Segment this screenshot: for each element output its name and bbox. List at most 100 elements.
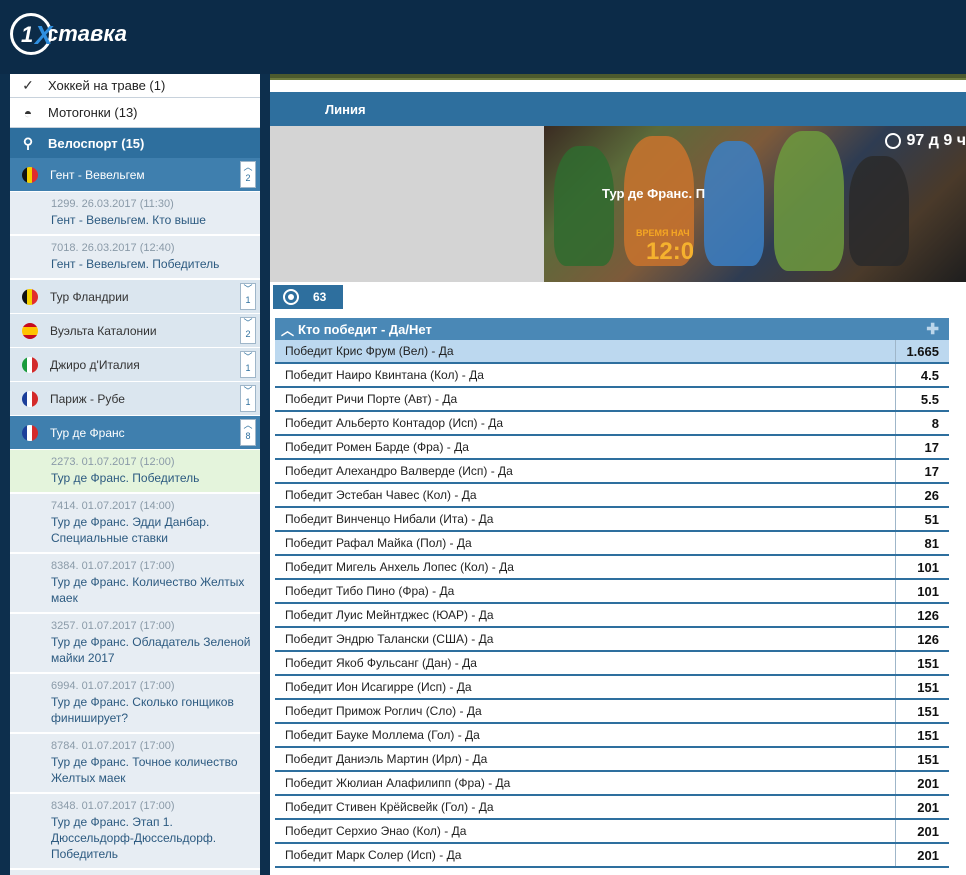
motorcycle-icon: ◓ <box>23 104 33 121</box>
market-row[interactable]: Победит Мигель Анхель Лопес (Кол) - Да 10… <box>275 556 949 580</box>
event-meta: 2273. 01.07.2017 (12:00) <box>51 456 175 468</box>
logo[interactable]: 1 X ставка <box>10 10 127 58</box>
chevron-down-icon: ﹀ <box>243 352 253 362</box>
odd-value[interactable]: 26 <box>895 484 949 506</box>
event-banner: 97 д 9 ч Тур де Франс. П ВРЕМЯ НАЧ 12:0 <box>270 126 966 282</box>
market-row[interactable]: Победит Рафал Майка (Пол) - Да 81 <box>275 532 949 556</box>
market-row[interactable]: Победит Луис Мейнтджес (ЮАР) - Да 126 <box>275 604 949 628</box>
sidebar-sport-motorsport[interactable]: ◓ Мотогонки (13) <box>10 98 260 128</box>
odd-value[interactable]: 1.665 <box>895 340 949 362</box>
event-item[interactable]: 7414. 01.07.2017 (14:00) Тур де Франс. Э… <box>10 494 260 554</box>
chevron-down-icon: ﹀ <box>243 318 253 328</box>
odd-value[interactable]: 101 <box>895 580 949 602</box>
sidebar-sport-field-hockey[interactable]: ✓ Хоккей на траве (1) <box>10 74 260 98</box>
chevron-down-icon: ﹀ <box>243 386 253 396</box>
event-item-active[interactable]: 2273. 01.07.2017 (12:00) Тур де Франс. П… <box>10 450 260 494</box>
odd-value[interactable]: 151 <box>895 700 949 722</box>
market-row[interactable]: Победит Марк Солер (Исп) - Да 201 <box>275 844 949 868</box>
sport-label: Хоккей на траве (1) <box>48 78 166 93</box>
sidebar-sport-cycling[interactable]: ⚲ Велоспорт (15) <box>10 128 260 158</box>
event-item[interactable]: 6994. 01.07.2017 (17:00) Тур де Франс. С… <box>10 674 260 734</box>
league-paris-roubaix[interactable]: Париж - Рубе ﹀ 1 <box>10 382 260 416</box>
market-header[interactable]: ︿ Кто победит - Да/Нет ✚ <box>275 318 949 340</box>
sport-label: Мотогонки (13) <box>48 105 138 120</box>
odd-value[interactable]: 5.5 <box>895 388 949 410</box>
market-row[interactable]: Победит Эстебан Чавес (Кол) - Да 26 <box>275 484 949 508</box>
odd-value[interactable]: 126 <box>895 604 949 626</box>
start-time: 12:0 <box>646 238 695 265</box>
event-item[interactable]: 8784. 01.07.2017 (17:00) Тур де Франс. Т… <box>10 734 260 794</box>
odd-value[interactable]: 151 <box>895 676 949 698</box>
odd-value[interactable]: 151 <box>895 652 949 674</box>
event-item[interactable]: 1299. 26.03.2017 (11:30) Гент - Вевельге… <box>10 192 260 236</box>
event-title: Тур де Франс. Победитель <box>51 471 200 485</box>
odd-value[interactable]: 201 <box>895 820 949 842</box>
event-title: Тур де Франс. Количество Желтых маек <box>51 575 245 605</box>
event-item[interactable]: 8348. 01.07.2017 (17:00) Тур де Франс. Э… <box>10 794 260 870</box>
league-count-badge[interactable]: ︿ 2 <box>240 161 256 188</box>
market-row[interactable]: Победит Крис Фрум (Вел) - Да 1.665 <box>275 340 949 364</box>
odd-value[interactable]: 151 <box>895 724 949 746</box>
event-meta: 1299. 26.03.2017 (11:30) <box>51 198 174 210</box>
league-count: 1 <box>245 397 251 407</box>
sport-label: Велоспорт (15) <box>48 135 145 151</box>
odd-value[interactable]: 151 <box>895 748 949 770</box>
outcome-name: Победит Крис Фрум (Вел) - Да <box>285 344 454 358</box>
markets-count-tab[interactable]: 63 <box>273 285 343 309</box>
league-volta-catalunya[interactable]: Вуэльта Каталонии ﹀ 2 <box>10 314 260 348</box>
market-row[interactable]: Победит Ион Исагирре (Исп) - Да 151 <box>275 676 949 700</box>
league-count-badge[interactable]: ﹀ 1 <box>240 385 256 412</box>
odd-value[interactable]: 81 <box>895 532 949 554</box>
market-row[interactable]: Победит Ромен Барде (Фра) - Да 17 <box>275 436 949 460</box>
market-row[interactable]: Победит Жюлиан Алафилипп (Фра) - Да 201 <box>275 772 949 796</box>
market-row[interactable]: Победит Ричи Порте (Авт) - Да 5.5 <box>275 388 949 412</box>
outcome-name: Победит Луис Мейнтджес (ЮАР) - Да <box>285 608 494 622</box>
odd-value[interactable]: 8 <box>895 412 949 434</box>
odd-value[interactable]: 17 <box>895 460 949 482</box>
target-icon <box>283 289 299 305</box>
league-count-badge[interactable]: ︿ 8 <box>240 419 256 446</box>
event-title: Тур де Франс. Точное количество Желтых м… <box>51 755 238 785</box>
outcome-name: Победит Наиро Квинтана (Кол) - Да <box>285 368 484 382</box>
market-row[interactable]: Победит Примож Роглич (Сло) - Да 151 <box>275 700 949 724</box>
event-item[interactable]: 7018. 26.03.2017 (12:40) Гент - Вевельге… <box>10 236 260 280</box>
markets-count: 63 <box>313 290 327 304</box>
market-row[interactable]: Победит Якоб Фульсанг (Дан) - Да 151 <box>275 652 949 676</box>
market-row[interactable]: Победит Тибо Пино (Фра) - Да 101 <box>275 580 949 604</box>
odd-value[interactable]: 17 <box>895 436 949 458</box>
market-row[interactable]: Победит Алехандро Валверде (Исп) - Да 17 <box>275 460 949 484</box>
league-tour-de-france[interactable]: Тур де Франс ︿ 8 <box>10 416 260 450</box>
odd-value[interactable]: 201 <box>895 772 949 794</box>
outcome-name: Победит Жюлиан Алафилипп (Фра) - Да <box>285 776 511 790</box>
odd-value[interactable]: 201 <box>895 796 949 818</box>
event-item[interactable]: 8384. 01.07.2017 (17:00) Тур де Франс. К… <box>10 554 260 614</box>
market-row[interactable]: Победит Бауке Моллема (Гол) - Да 151 <box>275 724 949 748</box>
plus-icon[interactable]: ✚ <box>926 320 939 338</box>
outcome-name: Победит Тибо Пино (Фра) - Да <box>285 584 455 598</box>
league-giro-d-italia[interactable]: Джиро д'Италия ﹀ 1 <box>10 348 260 382</box>
market-row[interactable]: Победит Даниэль Мартин (Ирл) - Да 151 <box>275 748 949 772</box>
odd-value[interactable]: 51 <box>895 508 949 530</box>
market-row[interactable]: Победит Серхио Энао (Кол) - Да 201 <box>275 820 949 844</box>
event-item[interactable]: 3257. 01.07.2017 (17:00) Тур де Франс. О… <box>10 614 260 674</box>
market-row[interactable]: Победит Стивен Крёйсвейк (Гол) - Да 201 <box>275 796 949 820</box>
odd-value[interactable]: 4.5 <box>895 364 949 386</box>
market-row[interactable]: Победит Наиро Квинтана (Кол) - Да 4.5 <box>275 364 949 388</box>
market-row[interactable]: Победит Эндрю Талански (США) - Да 126 <box>275 628 949 652</box>
france-flag-icon <box>22 424 38 441</box>
bicycle-icon: ⚲ <box>22 134 34 151</box>
odd-value[interactable]: 101 <box>895 556 949 578</box>
market-row[interactable]: Победит Винченцо Нибали (Ита) - Да 51 <box>275 508 949 532</box>
league-gent-wevelgem[interactable]: Гент - Вевельгем ︿ 2 <box>10 158 260 192</box>
odd-value[interactable]: 201 <box>895 844 949 866</box>
league-tour-of-flanders[interactable]: Тур Фландрии ﹀ 1 <box>10 280 260 314</box>
odd-value[interactable]: 126 <box>895 628 949 650</box>
market-row[interactable]: Победит Альберто Контадор (Исп) - Да 8 <box>275 412 949 436</box>
league-count-badge[interactable]: ﹀ 1 <box>240 351 256 378</box>
outcome-name: Победит Мигель Анхель Лопес (Кол) - Да <box>285 560 514 574</box>
league-label: Париж - Рубе <box>50 391 125 406</box>
league-count-badge[interactable]: ﹀ 1 <box>240 283 256 310</box>
league-count-badge[interactable]: ﹀ 2 <box>240 317 256 344</box>
outcome-name: Победит Марк Солер (Исп) - Да <box>285 848 462 862</box>
banner-placeholder <box>270 126 544 282</box>
